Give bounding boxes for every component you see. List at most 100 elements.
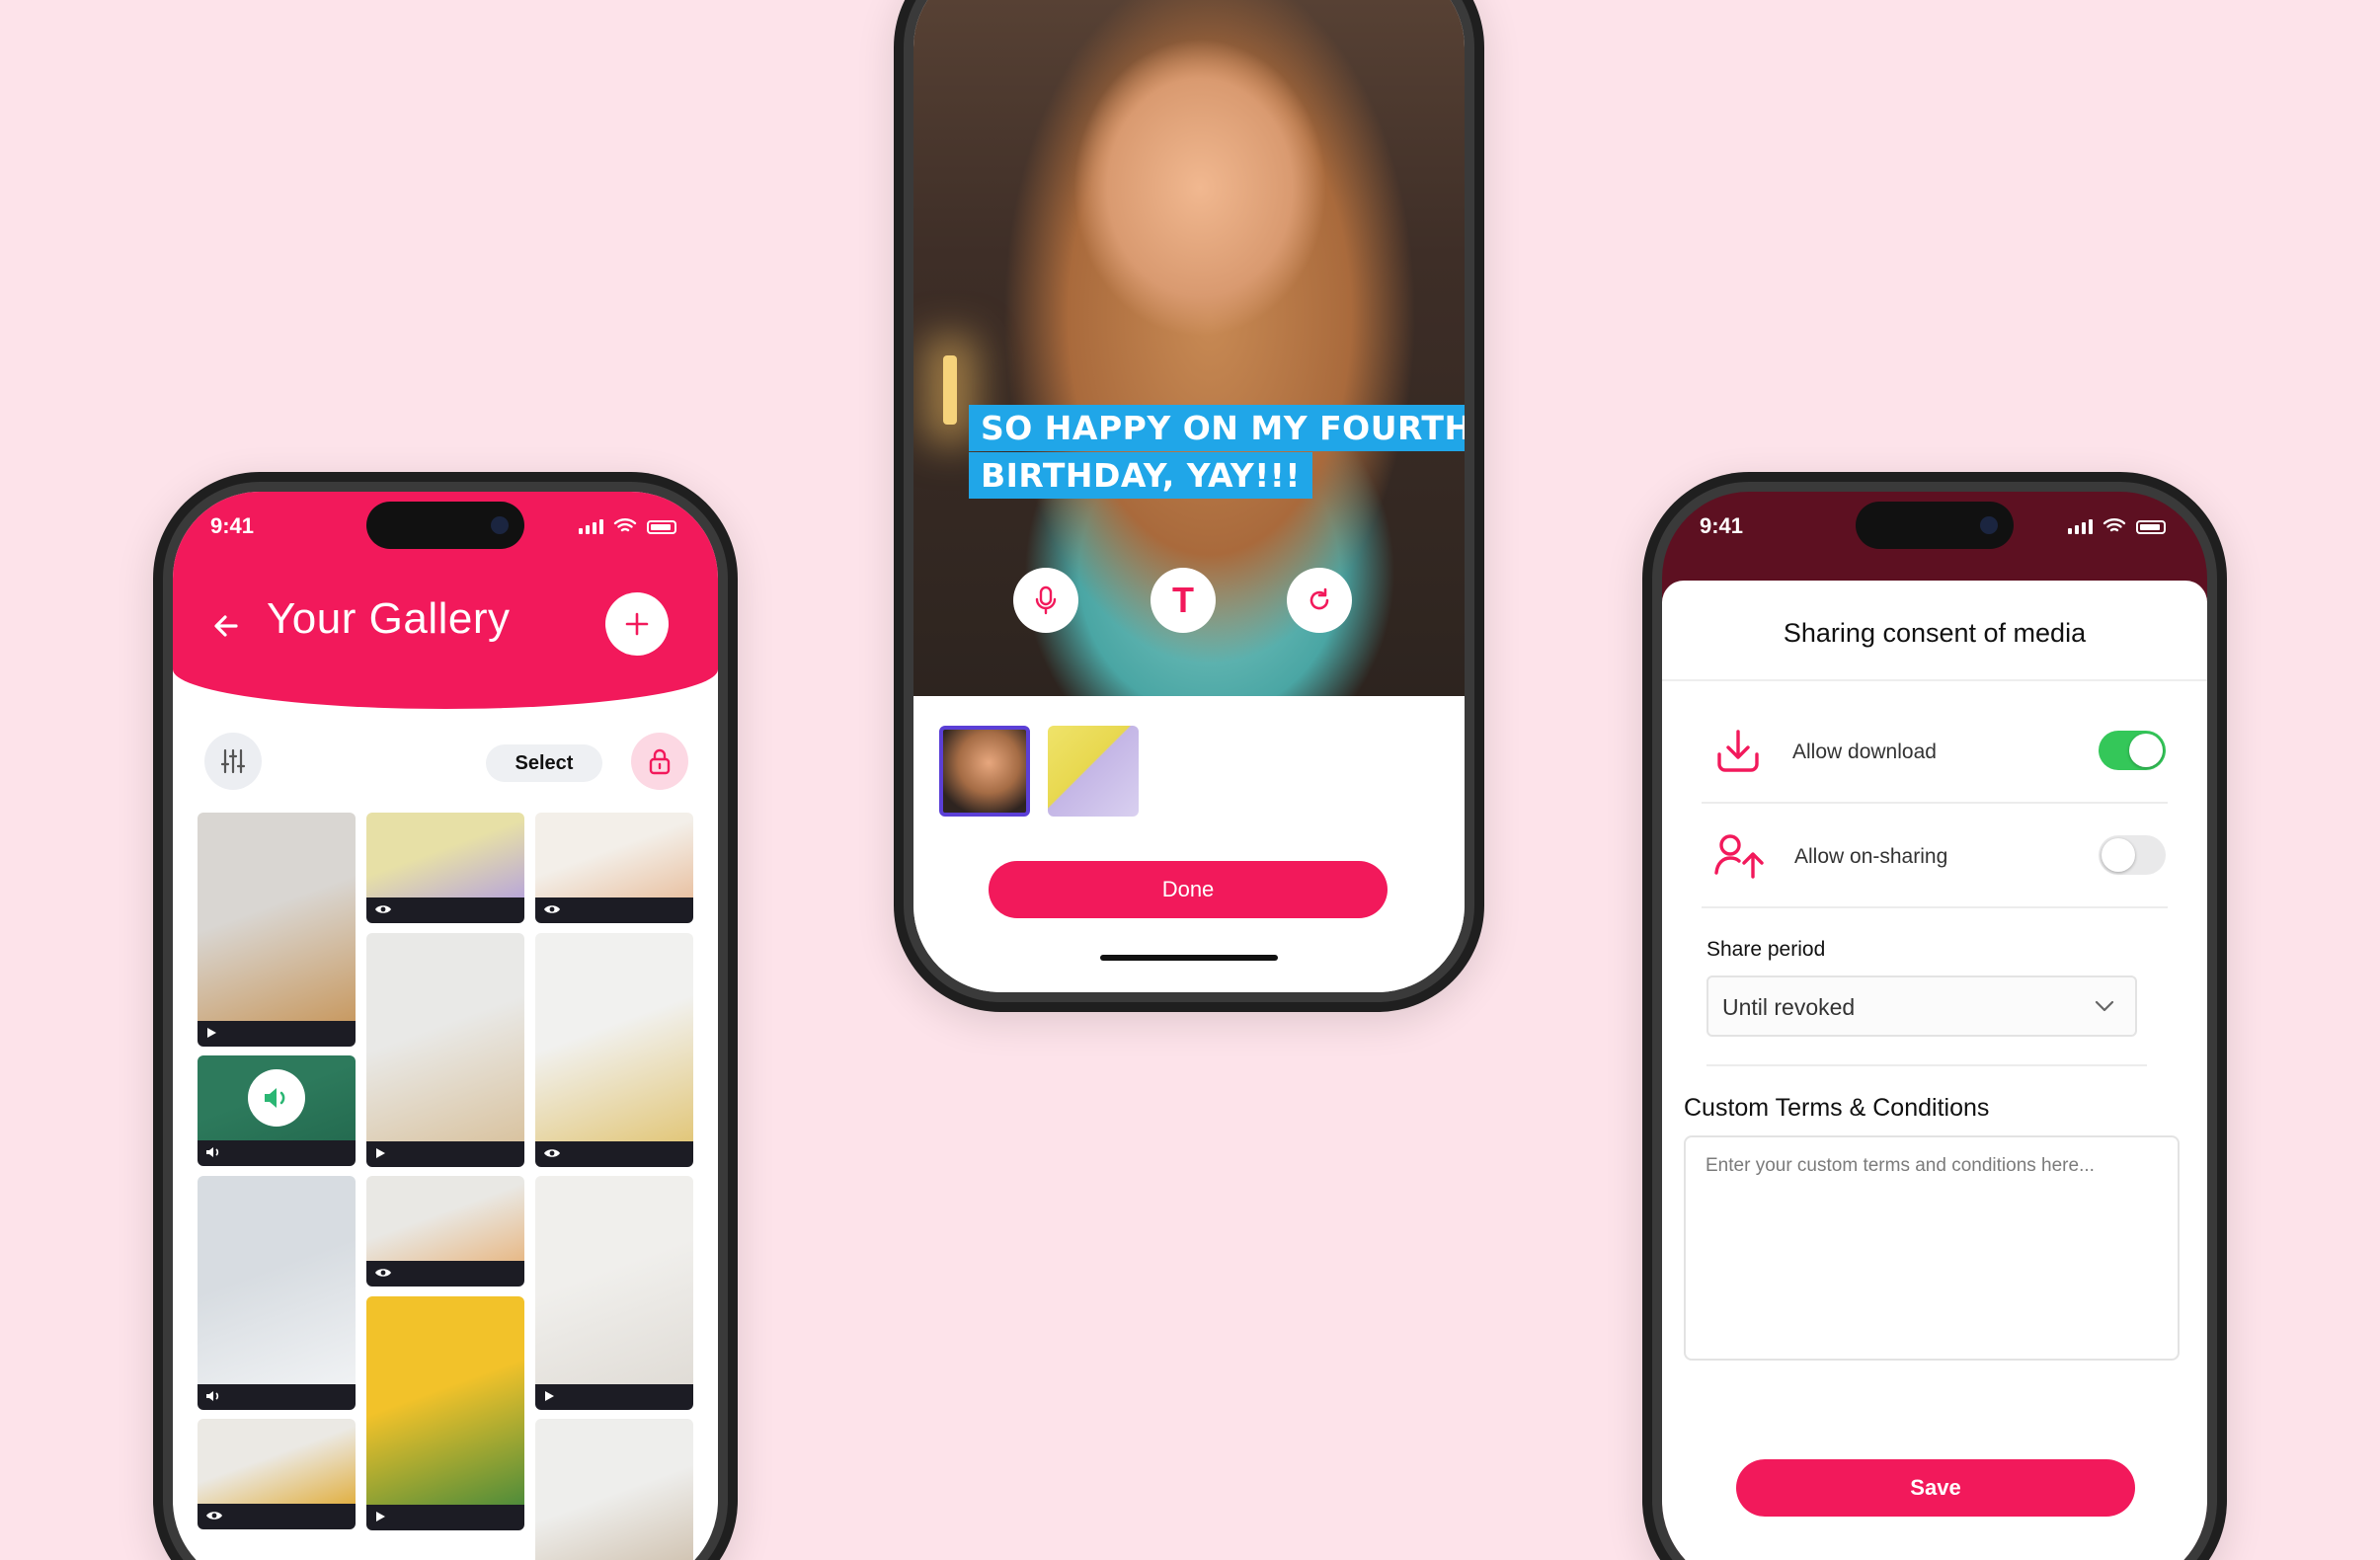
consent-sheet: Sharing consent of media Allow download …	[1662, 581, 2207, 1560]
media-tile[interactable]	[535, 813, 693, 923]
terms-textarea[interactable]: Enter your custom terms and conditions h…	[1684, 1135, 2180, 1361]
media-badge-bar	[535, 897, 693, 923]
save-button[interactable]: Save	[1736, 1459, 2135, 1517]
media-tile[interactable]	[198, 1055, 356, 1166]
allow-on-sharing-toggle[interactable]	[2099, 835, 2166, 875]
media-badge-bar	[366, 897, 524, 923]
media-badge-bar	[535, 1384, 693, 1410]
allow-on-sharing-row: Allow on-sharing	[1702, 804, 2168, 908]
volume-icon	[205, 1390, 221, 1405]
consent-phone: Sharing consent of media Allow download …	[1642, 472, 2227, 1560]
battery-icon	[647, 520, 676, 534]
media-badge-bar	[366, 1505, 524, 1530]
editor-screen: SO HAPPY ON MY FOURTH BIRTHDAY, YAY!!! T…	[913, 0, 1465, 992]
media-thumbnail	[366, 933, 524, 1141]
chevron-down-icon	[2095, 1000, 2114, 1012]
media-tile[interactable]	[535, 1176, 693, 1410]
media-thumbnail	[366, 1296, 524, 1505]
allow-download-row: Allow download	[1702, 699, 2168, 804]
media-thumbnail	[535, 933, 693, 1141]
divider	[1662, 679, 2207, 681]
media-tile[interactable]	[366, 813, 524, 923]
share-period-value: Until revoked	[1722, 994, 1856, 1020]
lock-button[interactable]	[631, 733, 688, 790]
terms-label: Custom Terms & Conditions	[1684, 1094, 1990, 1122]
media-tile[interactable]	[366, 1296, 524, 1530]
allow-download-toggle[interactable]	[2099, 731, 2166, 770]
media-badge-bar	[366, 1141, 524, 1167]
filter-button[interactable]	[204, 733, 262, 790]
media-badge-bar	[535, 1141, 693, 1167]
select-button[interactable]: Select	[486, 744, 602, 782]
media-badge-bar	[198, 1021, 356, 1047]
play-icon	[205, 1027, 217, 1042]
photo-preview[interactable]: SO HAPPY ON MY FOURTH BIRTHDAY, YAY!!! T	[913, 0, 1465, 696]
media-badge-bar	[366, 1261, 524, 1287]
thumbnail-selected[interactable]	[939, 726, 1030, 817]
media-badge-bar	[198, 1384, 356, 1410]
rotate-icon	[1309, 587, 1329, 610]
status-time: 9:41	[210, 513, 255, 538]
media-thumbnail	[198, 813, 356, 1021]
caption-line-1[interactable]: SO HAPPY ON MY FOURTH	[969, 405, 1465, 451]
media-thumbnail	[198, 1419, 356, 1504]
add-button[interactable]	[605, 592, 669, 656]
lock-icon	[649, 748, 671, 775]
volume-icon	[205, 1146, 221, 1161]
media-tile[interactable]	[366, 933, 524, 1167]
media-thumbnail	[198, 1176, 356, 1384]
gallery-toolbar: Select	[173, 733, 718, 792]
media-thumbnail	[366, 813, 524, 897]
allow-download-label: Allow download	[1792, 741, 1937, 763]
gallery-phone: Your Gallery Select 9:41	[153, 472, 738, 1560]
canvas: Your Gallery Select 9:41 SO HAPPY ON MY …	[0, 0, 2380, 1560]
done-button[interactable]: Done	[989, 861, 1388, 918]
eye-icon	[374, 1267, 392, 1282]
share-period-select[interactable]: Until revoked	[1706, 975, 2137, 1037]
media-tile[interactable]	[535, 933, 693, 1167]
sheet-title: Sharing consent of media	[1783, 618, 2087, 648]
media-badge-bar	[198, 1140, 356, 1166]
home-indicator	[1100, 955, 1278, 961]
play-icon	[374, 1511, 386, 1525]
share-period-label: Share period	[1706, 938, 1826, 961]
gallery-screen: Your Gallery Select	[173, 492, 718, 1560]
back-button[interactable]	[210, 610, 242, 649]
media-tile[interactable]	[366, 1176, 524, 1287]
play-icon	[374, 1147, 386, 1162]
status-time: 9:41	[1700, 513, 1744, 538]
rotate-button[interactable]	[1287, 568, 1352, 633]
eye-icon	[205, 1510, 223, 1524]
arrow-left-icon	[214, 615, 238, 637]
signal-icon	[2068, 519, 2093, 534]
media-thumbnail	[535, 813, 693, 897]
share-user-icon	[1714, 834, 1764, 879]
plus-icon	[625, 612, 649, 636]
download-icon	[1717, 730, 1759, 772]
wifi-icon	[613, 518, 637, 532]
page-title: Your Gallery	[267, 594, 511, 643]
thumbnail[interactable]	[1048, 726, 1139, 817]
media-tile[interactable]	[198, 1419, 356, 1529]
wifi-icon	[2102, 518, 2126, 532]
thumbnail-strip: Done	[913, 696, 1465, 992]
eye-icon	[543, 1147, 561, 1162]
candle-light	[943, 355, 957, 425]
microphone-button[interactable]	[1013, 568, 1078, 633]
media-thumbnail	[535, 1176, 693, 1384]
caption-line-2[interactable]: BIRTHDAY, YAY!!!	[969, 452, 1312, 499]
consent-screen: Sharing consent of media Allow download …	[1662, 492, 2207, 1560]
text-button[interactable]: T	[1150, 568, 1216, 633]
microphone-icon	[1035, 585, 1057, 615]
battery-icon	[2136, 520, 2166, 534]
allow-on-sharing-label: Allow on-sharing	[1794, 845, 1948, 868]
volume-icon[interactable]	[248, 1069, 305, 1127]
media-thumbnail	[198, 1055, 356, 1140]
media-thumbnail	[366, 1176, 524, 1261]
media-thumbnail	[535, 1419, 693, 1560]
play-icon	[543, 1390, 555, 1405]
media-tile[interactable]	[198, 813, 356, 1047]
text-icon: T	[1172, 580, 1194, 620]
media-tile[interactable]	[535, 1419, 693, 1560]
media-tile[interactable]	[198, 1176, 356, 1410]
